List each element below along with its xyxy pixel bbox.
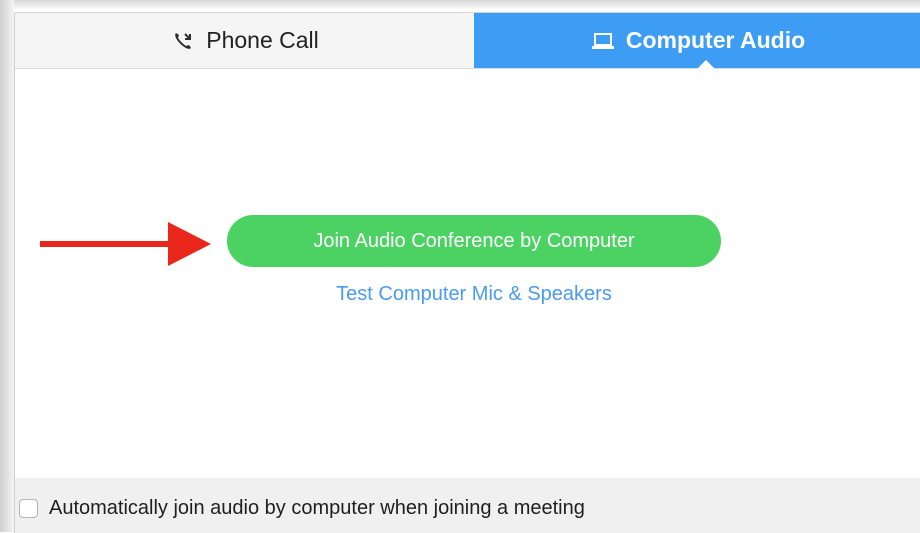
- audio-dialog: Phone Call Computer Audio Join Audio Con…: [14, 12, 920, 533]
- auto-join-checkbox[interactable]: [19, 499, 38, 518]
- tab-computer-audio-label: Computer Audio: [625, 27, 806, 53]
- join-audio-button-label: Join Audio Conference by Computer: [313, 229, 635, 252]
- test-mic-speakers-link[interactable]: Test Computer Mic & Speakers: [227, 283, 721, 306]
- tab-phone-call-label: Phone Call: [206, 27, 319, 53]
- tab-bar: Phone Call Computer Audio: [15, 13, 920, 69]
- frame-shadow: [0, 0, 14, 532]
- red-arrow-icon: [40, 222, 211, 266]
- screenshot-frame: Phone Call Computer Audio Join Audio Con…: [0, 0, 920, 533]
- frame-shadow: [0, 0, 920, 10]
- active-tab-pointer: [697, 60, 715, 69]
- auto-join-label: Automatically join audio by computer whe…: [49, 497, 585, 519]
- phone-icon: [170, 28, 196, 54]
- tab-phone-call[interactable]: Phone Call: [15, 13, 474, 68]
- join-audio-button[interactable]: Join Audio Conference by Computer: [227, 215, 721, 267]
- laptop-icon: [590, 28, 616, 54]
